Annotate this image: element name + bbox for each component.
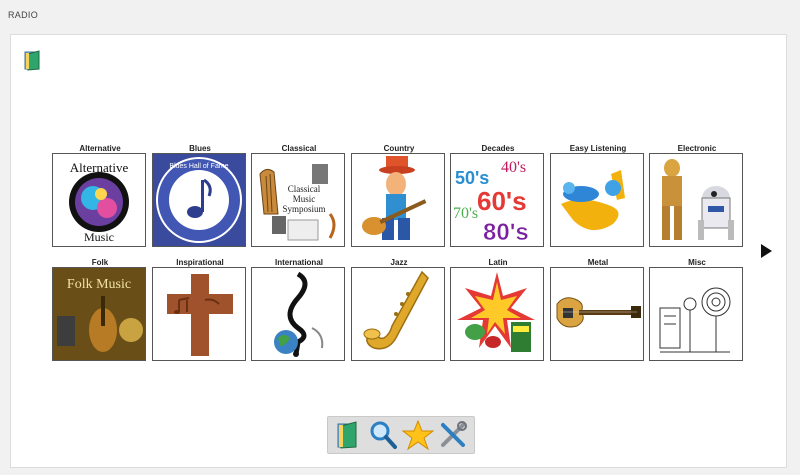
inspirational-thumbnail (152, 267, 246, 361)
country-thumbnail (351, 153, 445, 247)
search-icon[interactable] (367, 419, 399, 451)
svg-text:80's: 80's (483, 219, 529, 246)
svg-text:50's: 50's (455, 168, 489, 188)
next-page-arrow[interactable] (761, 244, 772, 258)
genre-tile-electronic[interactable]: Electronic (649, 143, 745, 253)
genre-tile-country[interactable]: Country (351, 143, 447, 253)
genre-tile-jazz[interactable]: Jazz (351, 257, 447, 367)
classical-thumbnail: Classical Music Symposium (251, 153, 345, 247)
jazz-thumbnail (351, 267, 445, 361)
genre-tile-inspirational[interactable]: Inspirational (152, 257, 248, 367)
svg-text:Classical: Classical (288, 184, 321, 194)
metal-thumbnail (550, 267, 644, 361)
genre-tile-classical[interactable]: Classical Classical Music Symposium (251, 143, 347, 253)
genre-tile-international[interactable]: International (251, 257, 347, 367)
genre-tile-misc[interactable]: Misc (649, 257, 745, 367)
folder-icon[interactable] (23, 49, 43, 71)
genre-tile-blues[interactable]: Blues Blues Hall of Fame (152, 143, 248, 253)
folder-icon[interactable] (332, 419, 364, 451)
electronic-thumbnail (649, 153, 743, 247)
page-title: RADIO (8, 10, 39, 20)
svg-text:Music: Music (84, 230, 114, 244)
folk-thumbnail: Folk Music (52, 267, 146, 361)
svg-text:Blues Hall of Fame: Blues Hall of Fame (169, 163, 228, 170)
svg-text:Folk Music: Folk Music (67, 277, 131, 292)
genre-tile-metal[interactable]: Metal (550, 257, 646, 367)
star-icon[interactable] (402, 419, 434, 451)
genre-tile-alternative[interactable]: Alternative Alternative Music (52, 143, 148, 253)
genre-tile-latin[interactable]: Latin (450, 257, 546, 367)
bottom-toolbar (327, 416, 475, 454)
svg-text:Music: Music (293, 194, 316, 204)
svg-text:Symposium: Symposium (282, 204, 325, 214)
latin-thumbnail (450, 267, 544, 361)
svg-text:60's: 60's (477, 186, 527, 216)
svg-text:40's: 40's (501, 159, 526, 176)
genre-tile-easy-listening[interactable]: Easy Listening (550, 143, 646, 253)
radio-panel: Alternative Alternative Music Blues Blue… (10, 34, 787, 468)
svg-text:70's: 70's (453, 205, 478, 222)
alternative-thumbnail: Alternative Music (52, 153, 146, 247)
tools-icon[interactable] (437, 419, 469, 451)
svg-text:Alternative: Alternative (70, 160, 129, 175)
genre-tile-folk[interactable]: Folk Folk Music (52, 257, 148, 367)
international-thumbnail (251, 267, 345, 361)
genre-tile-decades[interactable]: Decades 50's 40's 60's 70's 80's (450, 143, 546, 253)
easy-listening-thumbnail (550, 153, 644, 247)
decades-thumbnail: 50's 40's 60's 70's 80's (450, 153, 544, 247)
misc-thumbnail (649, 267, 743, 361)
blues-thumbnail: Blues Hall of Fame (152, 153, 246, 247)
